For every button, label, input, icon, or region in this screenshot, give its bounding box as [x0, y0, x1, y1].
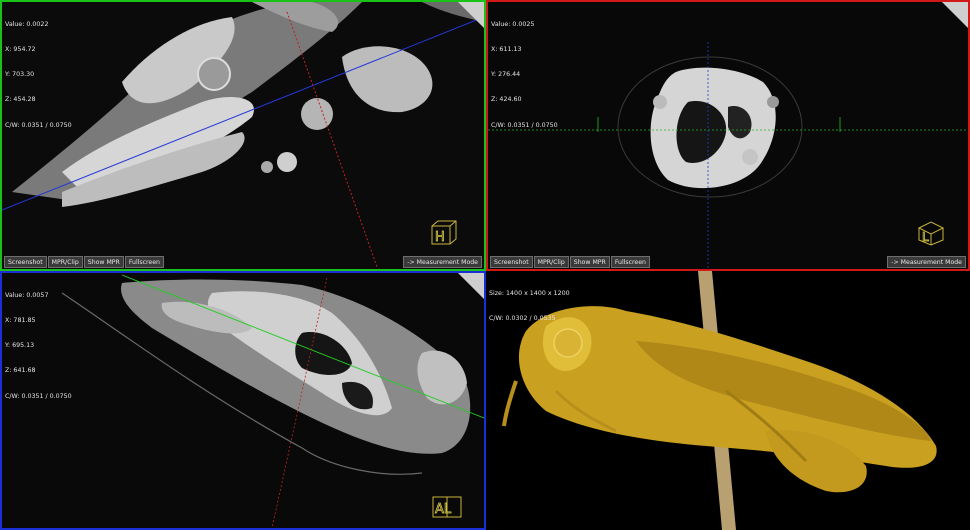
cw-readout: C/W: 0.0351 / 0.0750	[491, 121, 558, 129]
y-readout: Y: 703.30	[5, 71, 35, 79]
value-readout: Value: 0.0057	[5, 291, 49, 299]
z-readout: Z: 454.28	[5, 96, 36, 104]
measurement-mode-button[interactable]: -> Measurement Mode	[887, 256, 966, 268]
ct-slice-image	[2, 2, 484, 269]
screenshot-button[interactable]: Screenshot	[490, 256, 533, 268]
orientation-label: L	[922, 230, 929, 244]
viewport-toolbar: Screenshot MPR/Clip Show MPR Fullscreen …	[490, 256, 966, 268]
render-info: Size: 1400 x 1400 x 1200 C/W: 0.0302 / 0…	[489, 273, 570, 340]
cw-readout: C/W: 0.0302 / 0.0535	[489, 315, 556, 323]
x-readout: X: 954.72	[5, 46, 36, 54]
value-readout: Value: 0.0022	[5, 20, 49, 28]
x-readout: X: 781.85	[5, 317, 36, 325]
orientation-cube-icon: H	[431, 220, 457, 245]
mpr-clip-button[interactable]: MPR/Clip	[533, 256, 569, 268]
fullscreen-button[interactable]: Fullscreen	[610, 256, 650, 268]
x-readout: X: 611.13	[491, 46, 522, 54]
orientation-label: H	[435, 230, 445, 245]
slice-info: Value: 0.0057 X: 781.85 Y: 695.13 Z: 641…	[5, 275, 72, 418]
viewport-3d-render[interactable]: Size: 1400 x 1400 x 1200 C/W: 0.0302 / 0…	[486, 271, 970, 530]
orientation-cube-icon: AL	[432, 496, 462, 518]
viewport-toolbar: Screenshot MPR/Clip Show MPR Fullscreen …	[4, 256, 482, 268]
z-readout: Z: 641.68	[5, 367, 36, 375]
measurement-mode-button[interactable]: -> Measurement Mode	[403, 256, 482, 268]
slice-info: Value: 0.0025 X: 611.13 Y: 276.44 Z: 424…	[491, 4, 558, 147]
screenshot-button[interactable]: Screenshot	[4, 256, 47, 268]
ct-slice-image	[2, 273, 484, 528]
cw-readout: C/W: 0.0351 / 0.0750	[5, 121, 72, 129]
viewport-top-left[interactable]: Value: 0.0022 X: 954.72 Y: 703.30 Z: 454…	[0, 0, 486, 271]
ct-slice-image	[488, 2, 968, 269]
orientation-cube-icon: L	[917, 221, 945, 246]
cw-readout: C/W: 0.0351 / 0.0750	[5, 392, 72, 400]
slice-info: Value: 0.0022 X: 954.72 Y: 703.30 Z: 454…	[5, 4, 72, 147]
volume-size-readout: Size: 1400 x 1400 x 1200	[489, 289, 570, 297]
viewport-bottom-left[interactable]: Value: 0.0057 X: 781.85 Y: 695.13 Z: 641…	[0, 271, 486, 530]
mpr-clip-button[interactable]: MPR/Clip	[47, 256, 83, 268]
viewport-corner-toggle[interactable]	[458, 273, 484, 299]
viewport-corner-toggle[interactable]	[458, 2, 484, 28]
show-mpr-button[interactable]: Show MPR	[569, 256, 610, 268]
y-readout: Y: 276.44	[491, 71, 521, 79]
show-mpr-button[interactable]: Show MPR	[83, 256, 124, 268]
viewport-top-right[interactable]: Value: 0.0025 X: 611.13 Y: 276.44 Z: 424…	[486, 0, 970, 271]
y-readout: Y: 695.13	[5, 342, 35, 350]
orientation-label: AL	[435, 502, 452, 517]
fullscreen-button[interactable]: Fullscreen	[124, 256, 164, 268]
z-readout: Z: 424.60	[491, 96, 522, 104]
value-readout: Value: 0.0025	[491, 20, 535, 28]
viewport-corner-toggle[interactable]	[942, 2, 968, 28]
